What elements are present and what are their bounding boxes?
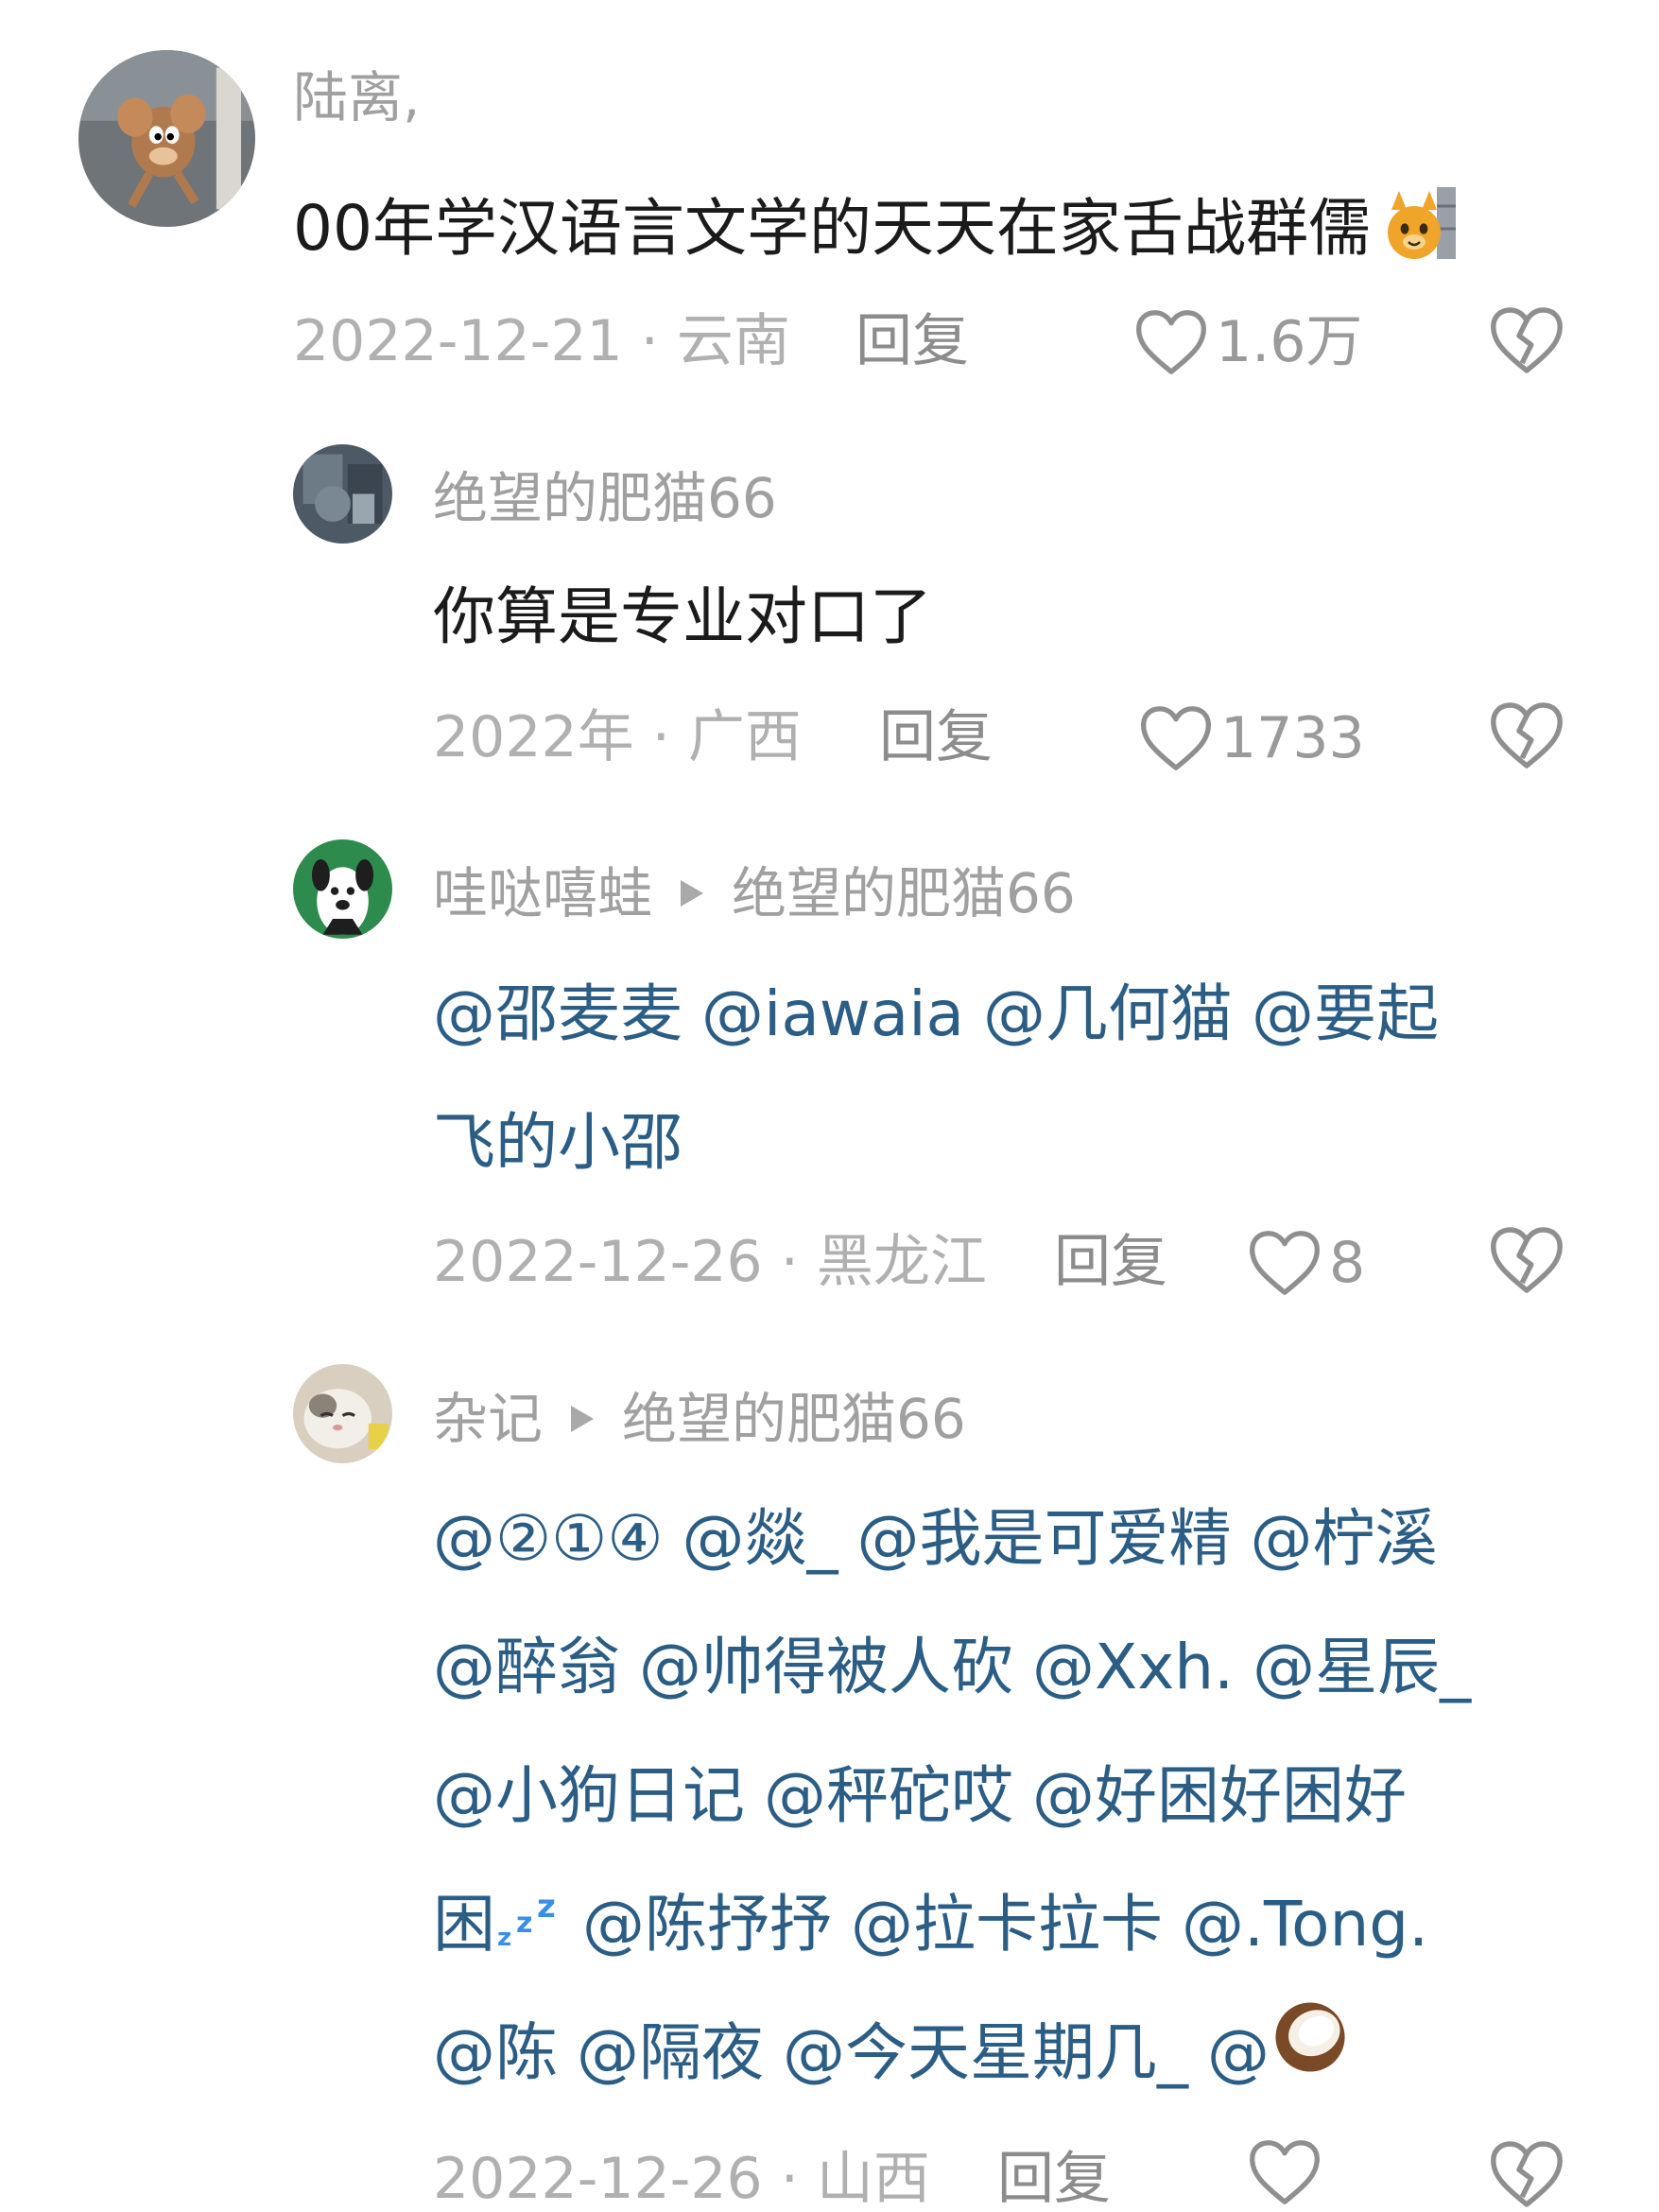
- reply-button[interactable]: 回复: [997, 2146, 1111, 2212]
- mention-link[interactable]: @陈: [433, 2016, 558, 2089]
- mention-link[interactable]: @要起: [1252, 977, 1439, 1050]
- comment-date-location: 2022-12-21 · 云南: [293, 308, 790, 374]
- broken-heart-icon: [1491, 702, 1563, 769]
- comment-text: 你算是专业对口了: [433, 580, 932, 653]
- mention-link[interactable]: @②①④: [433, 1502, 664, 1575]
- mention-line: 飞的小邵: [433, 1079, 1458, 1207]
- reply-button[interactable]: 回复: [855, 308, 969, 374]
- mention-link[interactable]: @隔夜: [577, 2016, 764, 2089]
- like-button[interactable]: 1733: [1139, 704, 1365, 772]
- avatar[interactable]: [293, 444, 392, 544]
- comment-author[interactable]: 陆离,: [293, 64, 420, 130]
- comment-text: 00年学汉语言文学的天天在家舌战群儒: [293, 183, 1460, 282]
- mention-link[interactable]: @我是可爱精: [857, 1502, 1232, 1575]
- mention-link[interactable]: @今天星期几_: [783, 2016, 1188, 2089]
- dislike-button[interactable]: [1489, 1224, 1564, 1296]
- avatar[interactable]: [78, 50, 255, 227]
- mention-link[interactable]: @拉卡拉卡: [851, 1888, 1163, 1961]
- comment-author[interactable]: 杂记: [433, 1387, 543, 1451]
- mention-link[interactable]: @秤砣哎: [764, 1759, 1013, 1832]
- reply-target[interactable]: 绝望的肥猫66: [622, 1387, 966, 1451]
- heart-icon: [1250, 1231, 1320, 1295]
- comment-author-line: 杂记 绝望的肥猫66: [433, 1386, 966, 1452]
- mention-link[interactable]: @柠溪: [1251, 1502, 1438, 1575]
- reply-arrow-icon: [571, 1406, 595, 1432]
- cat-face-emoji: [1376, 183, 1460, 282]
- mention-link[interactable]: @.Tong.: [1182, 1888, 1428, 1961]
- avatar[interactable]: [293, 1364, 392, 1463]
- comment-text-content: 00年学汉语言文学的天天在家舌战群儒: [293, 192, 1371, 266]
- like-count: 8: [1329, 1230, 1366, 1296]
- mention-line: @②①④ @燚_ @我是可爱精 @柠溪: [433, 1475, 1490, 1603]
- comment-text: @邵麦麦 @iawaia @几何猫 @要起 飞的小邵: [433, 950, 1458, 1207]
- comment-author[interactable]: 绝望的肥猫66: [433, 465, 777, 531]
- like-count: 1733: [1220, 705, 1365, 771]
- mention-link[interactable]: @Xxh.: [1032, 1631, 1234, 1703]
- zzz-emoji: z z z: [495, 1864, 562, 1993]
- comment-date-location: 2022年 · 广西: [433, 704, 802, 770]
- reply-button[interactable]: 回复: [879, 704, 993, 770]
- broken-heart-icon: [1491, 1227, 1563, 1293]
- like-button[interactable]: [1248, 2138, 1329, 2206]
- mention-link[interactable]: @星辰_: [1253, 1631, 1471, 1703]
- reply-target[interactable]: 绝望的肥猫66: [732, 861, 1076, 925]
- comment-date-location: 2022-12-26 · 山西: [433, 2146, 930, 2212]
- comment-author[interactable]: 哇哒嘻蛙: [433, 861, 652, 925]
- mention-line: @醉翁 @帅得被人砍 @Xxh. @星辰_: [433, 1603, 1490, 1732]
- like-button[interactable]: 8: [1248, 1229, 1365, 1297]
- mention-link[interactable]: @: [1207, 2016, 1270, 2089]
- reply-button[interactable]: 回复: [1054, 1229, 1167, 1295]
- comment-date-location: 2022-12-26 · 黑龙江: [433, 1229, 987, 1295]
- heart-icon: [1141, 706, 1211, 770]
- mention-link[interactable]: @iawaia: [701, 977, 964, 1050]
- reply-arrow-icon: [681, 880, 704, 907]
- mention-link[interactable]: @几何猫: [983, 977, 1233, 1050]
- mention-line: @小狗日记 @秤砣哎 @好困好困好: [433, 1732, 1490, 1860]
- mention-link[interactable]: @帅得被人砍: [639, 1631, 1013, 1703]
- mention-line: 困 z z z @陈抒抒 @拉卡拉卡 @.Tong.: [433, 1860, 1490, 1989]
- heart-icon: [1250, 2140, 1320, 2204]
- like-count: 1.6万: [1216, 309, 1363, 375]
- like-button[interactable]: 1.6万: [1134, 308, 1362, 376]
- svg-text:z: z: [497, 1924, 511, 1949]
- mention-link[interactable]: @燚_: [683, 1502, 838, 1575]
- mention-link[interactable]: @陈抒抒: [582, 1888, 832, 1961]
- heart-icon: [1136, 310, 1206, 374]
- comment-thread: 陆离, 00年学汉语言文学的天天在家舌战群儒 2022-12-21 · 云南 回…: [0, 0, 1659, 2212]
- mention-link[interactable]: @醉翁: [433, 1631, 620, 1703]
- mention-line: @邵麦麦 @iawaia @几何猫 @要起: [433, 950, 1458, 1079]
- comment-text: @②①④ @燚_ @我是可爱精 @柠溪 @醉翁 @帅得被人砍 @Xxh. @星辰_ @小狗日…: [433, 1475, 1490, 2117]
- mention-continuation[interactable]: 困: [433, 1888, 495, 1961]
- broken-heart-icon: [1491, 2141, 1563, 2207]
- broken-heart-icon: [1491, 307, 1563, 373]
- mention-link[interactable]: @小狗日记: [433, 1759, 745, 1832]
- dislike-button[interactable]: [1489, 700, 1564, 771]
- mention-link[interactable]: @好困好困好: [1032, 1759, 1407, 1832]
- svg-text:z: z: [537, 1892, 556, 1926]
- mention-link[interactable]: @邵麦麦: [433, 977, 683, 1050]
- avatar[interactable]: [293, 839, 392, 939]
- dislike-button[interactable]: [1489, 2138, 1564, 2210]
- mention-line: @陈 @隔夜 @今天星期几_ @: [433, 1989, 1490, 2117]
- comment-author-line: 哇哒嘻蛙 绝望的肥猫66: [433, 860, 1076, 926]
- coconut-emoji: [1270, 1993, 1351, 2121]
- dislike-button[interactable]: [1489, 304, 1564, 376]
- mention-link[interactable]: 飞的小邵: [433, 1106, 683, 1179]
- svg-text:z: z: [516, 1907, 532, 1940]
